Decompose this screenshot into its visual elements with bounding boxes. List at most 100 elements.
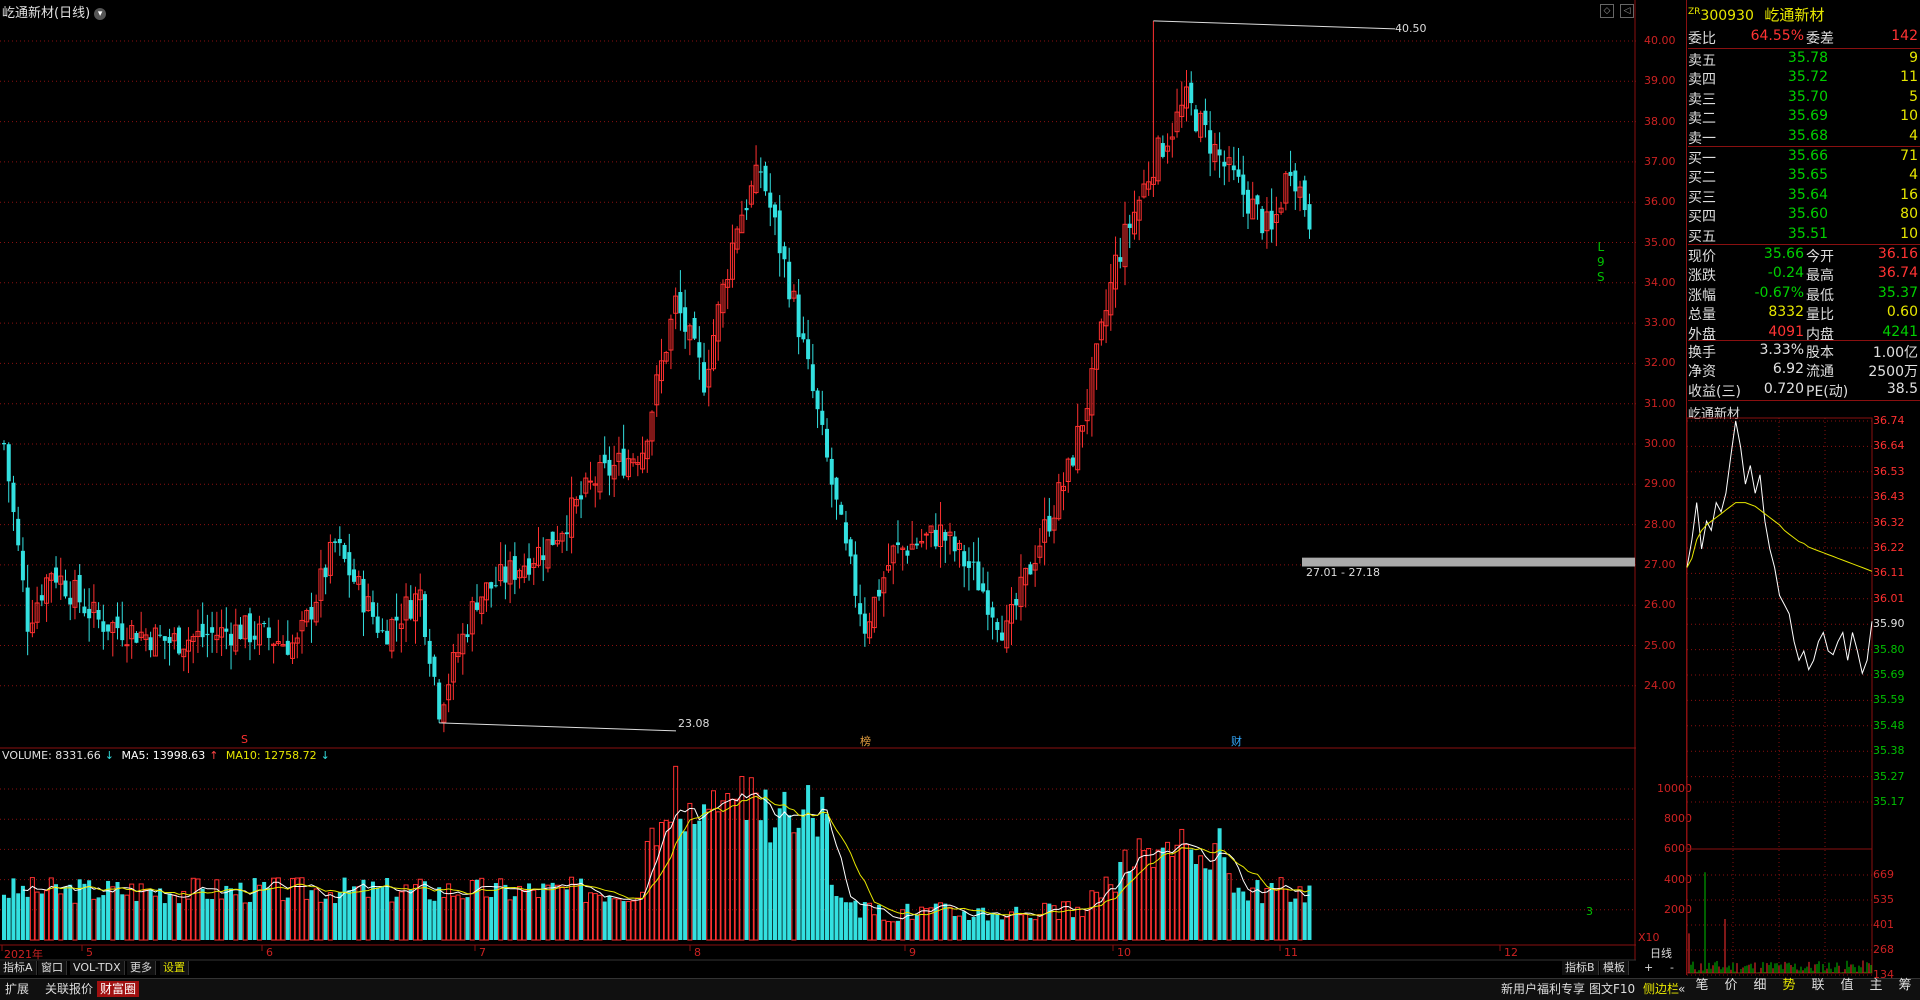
candle-body bbox=[777, 210, 782, 254]
order-row[interactable]: 买三 35.64 16 bbox=[1688, 187, 1920, 206]
zoom-in-button[interactable]: + bbox=[1644, 961, 1653, 974]
candle-body bbox=[1288, 171, 1293, 176]
kline-chart[interactable] bbox=[0, 0, 1636, 975]
volume-bar bbox=[134, 900, 139, 940]
volume-bar bbox=[1241, 891, 1246, 940]
minute-tab[interactable]: 势 bbox=[1775, 976, 1803, 996]
volume-bar bbox=[1302, 902, 1307, 940]
volume-bar bbox=[143, 889, 149, 941]
minute-tab[interactable]: 笔 bbox=[1688, 976, 1716, 996]
volume-bar bbox=[871, 914, 877, 941]
collapse-sidebar-button[interactable]: « bbox=[1675, 981, 1688, 997]
order-row[interactable]: 卖三 35.70 5 bbox=[1688, 89, 1920, 108]
order-volume: 10 bbox=[1900, 108, 1918, 125]
stat-label: 量比 bbox=[1806, 307, 1834, 324]
minute-tab[interactable]: 主 bbox=[1862, 976, 1890, 996]
volume-bar bbox=[748, 777, 754, 941]
volume-bar bbox=[262, 881, 267, 940]
candle-body bbox=[1203, 110, 1208, 126]
volume-bar bbox=[843, 902, 848, 940]
ranking-marker[interactable]: 榜 bbox=[860, 733, 871, 749]
zoom-out-button[interactable]: - bbox=[1670, 961, 1674, 974]
f10-button[interactable]: 图文F10 bbox=[1586, 981, 1638, 997]
stock-code: 300930 bbox=[1700, 8, 1754, 24]
minute-chart[interactable] bbox=[1686, 400, 1920, 976]
order-row[interactable]: 买五 35.51 10 bbox=[1688, 226, 1920, 245]
tab-template[interactable]: 模板 bbox=[1600, 961, 1629, 975]
candle-body bbox=[905, 550, 910, 556]
volume-bar bbox=[266, 887, 271, 940]
order-price: 35.72 bbox=[1787, 69, 1828, 86]
minute-tab[interactable]: 细 bbox=[1746, 976, 1774, 996]
volume-bar bbox=[706, 808, 712, 941]
divider bbox=[1688, 244, 1920, 245]
tab-more[interactable]: 更多 bbox=[127, 961, 156, 975]
tab-window[interactable]: 窗口 bbox=[38, 961, 67, 975]
volume-bar bbox=[493, 883, 498, 940]
order-row[interactable]: 卖四 35.72 11 bbox=[1688, 69, 1920, 88]
candle-body bbox=[971, 561, 976, 563]
chevron-down-icon[interactable]: ▾ bbox=[94, 8, 107, 20]
volume-bar bbox=[309, 890, 314, 940]
diamond-icon[interactable]: ◇ bbox=[1600, 4, 1614, 18]
volume-bar bbox=[503, 884, 508, 940]
volume-bar bbox=[1264, 887, 1270, 941]
tab-settings[interactable]: 设置 bbox=[160, 961, 189, 975]
stat-value: 0.60 bbox=[1886, 304, 1918, 321]
order-price: 35.64 bbox=[1787, 186, 1828, 203]
price-tick-label: 29.00 bbox=[1644, 477, 1676, 491]
stat-row: 换手 3.33% 股本 1.00亿 bbox=[1688, 342, 1920, 361]
minute-tab[interactable]: 筹 bbox=[1891, 976, 1919, 996]
order-row[interactable]: 卖一 35.68 4 bbox=[1688, 128, 1920, 147]
kline-panel[interactable]: 屹通新材(日线) ▾ ◇ ◁ VOLUME: 8331.66 ↓ MA5: 1399… bbox=[0, 0, 1692, 975]
volume-bar bbox=[602, 901, 607, 940]
tab-vol-tdx[interactable]: VOL-TDX bbox=[70, 961, 125, 975]
volume-bar bbox=[68, 884, 73, 940]
volume-bar bbox=[280, 900, 286, 941]
candle-body bbox=[503, 566, 508, 583]
period-daily[interactable]: 日线 bbox=[1650, 945, 1672, 961]
minute-tab[interactable]: 价 bbox=[1717, 976, 1745, 996]
volume-bar bbox=[185, 898, 191, 941]
stat-value: -0.67% bbox=[1754, 284, 1804, 301]
new-user-benefit-button[interactable]: 新用户福利专享 bbox=[1498, 981, 1588, 997]
tab-indicator-a[interactable]: 指标A bbox=[0, 961, 37, 975]
volume-bar bbox=[890, 921, 896, 941]
candle-body bbox=[1269, 210, 1274, 230]
stat-value: 4091 bbox=[1768, 323, 1804, 340]
candle-body bbox=[1217, 149, 1222, 156]
volume-bar bbox=[592, 893, 598, 941]
related-quote-button[interactable]: 关联报价 bbox=[42, 981, 96, 997]
volume-bar bbox=[1307, 885, 1312, 940]
volume-bar bbox=[1146, 848, 1152, 941]
candle-body bbox=[54, 567, 59, 583]
diff-label: 委差 bbox=[1806, 31, 1834, 47]
order-row[interactable]: 买一 35.66 71 bbox=[1688, 148, 1920, 167]
order-row[interactable]: 卖五 35.78 9 bbox=[1688, 50, 1920, 69]
order-row[interactable]: 买二 35.65 4 bbox=[1688, 167, 1920, 186]
tab-indicator-b[interactable]: 指标B bbox=[1562, 961, 1599, 975]
candle-body bbox=[1208, 130, 1213, 154]
candle-body bbox=[333, 541, 338, 543]
order-row[interactable]: 买四 35.60 80 bbox=[1688, 206, 1920, 225]
order-row[interactable]: 卖二 35.69 10 bbox=[1688, 108, 1920, 127]
volume-bar bbox=[162, 903, 167, 940]
expand-button[interactable]: 扩展 bbox=[2, 981, 32, 997]
minute-tab[interactable]: 值 bbox=[1833, 976, 1861, 996]
divider bbox=[1688, 146, 1920, 147]
collapse-icon[interactable]: ◁ bbox=[1620, 4, 1634, 18]
candle-body bbox=[432, 656, 437, 677]
volume-bar bbox=[1103, 876, 1109, 941]
candle-body bbox=[744, 207, 749, 211]
minute-price-tick: 35.90 bbox=[1873, 617, 1905, 631]
wealth-circle-button[interactable]: 财富圈 bbox=[97, 981, 140, 997]
volume-bar bbox=[810, 817, 815, 940]
minute-tab[interactable]: 联 bbox=[1804, 976, 1832, 996]
signal-marker[interactable]: S bbox=[241, 733, 248, 746]
order-volume: 5 bbox=[1909, 88, 1918, 105]
candle-body bbox=[914, 543, 919, 546]
finance-marker[interactable]: 财 bbox=[1231, 733, 1242, 749]
diff-value: 142 bbox=[1891, 28, 1918, 44]
order-volume: 11 bbox=[1900, 69, 1918, 86]
candle-body bbox=[796, 294, 801, 338]
